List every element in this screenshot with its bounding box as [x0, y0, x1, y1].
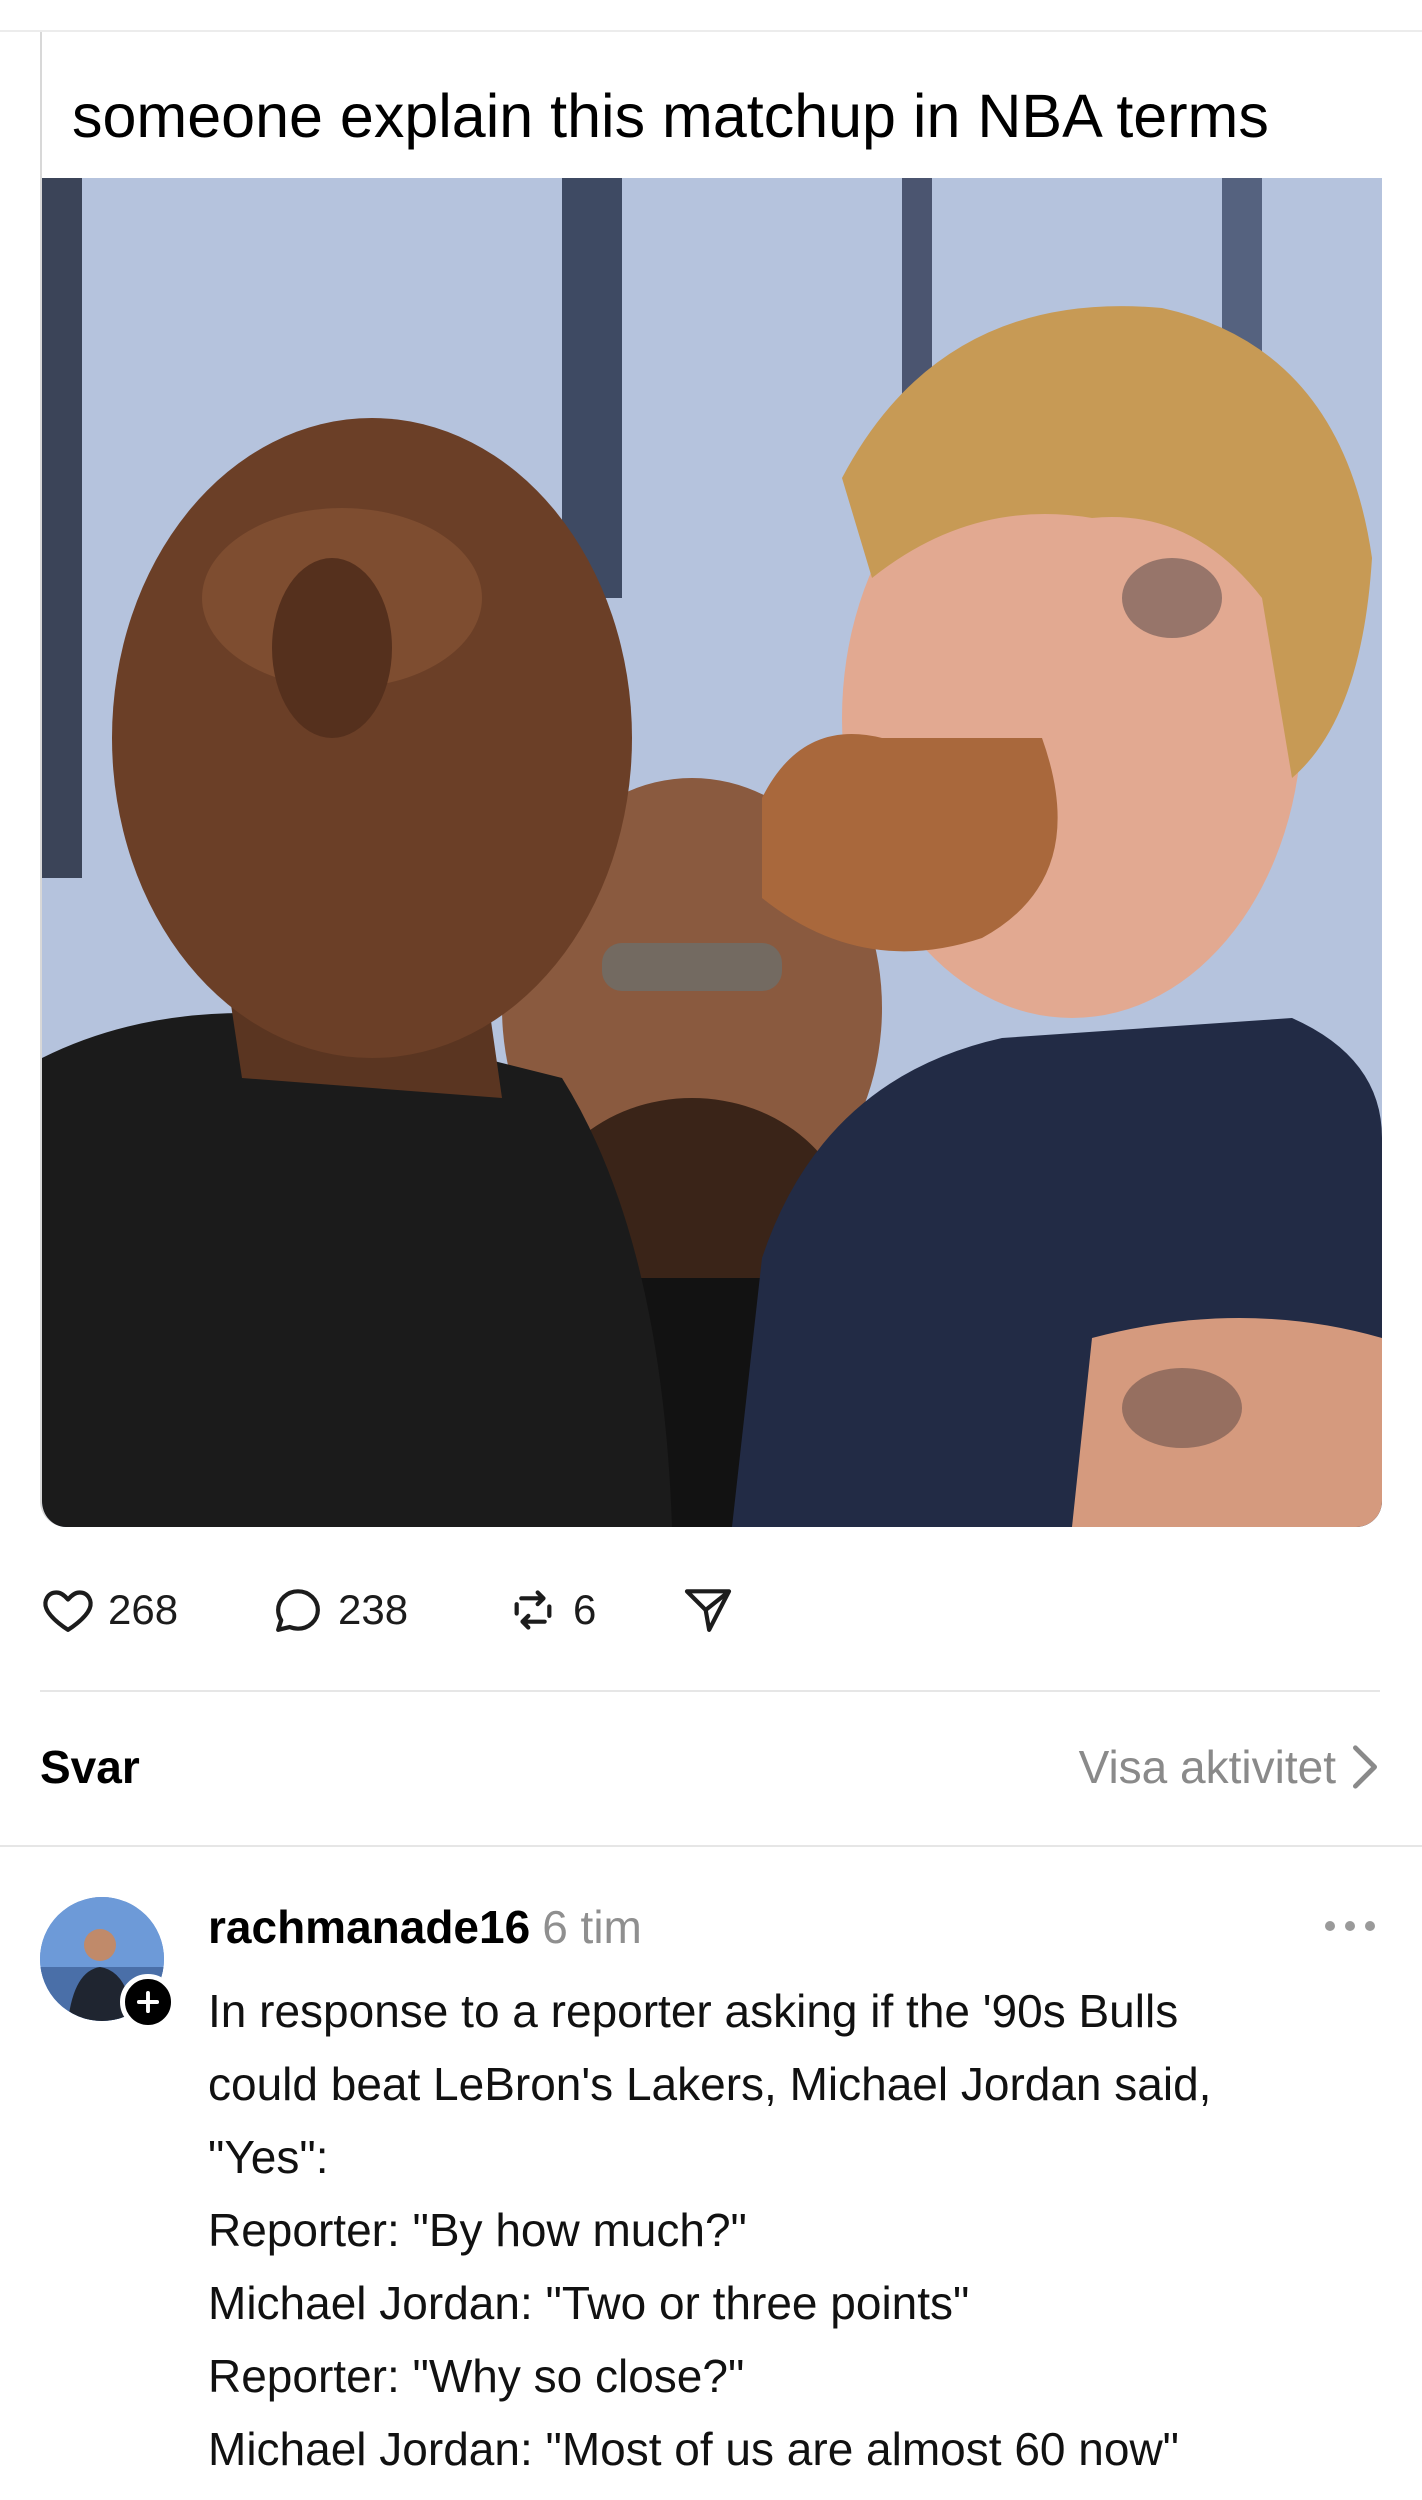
- like-button[interactable]: 268: [40, 1570, 178, 1650]
- reply-line: In response to a reporter asking if the …: [208, 1985, 1179, 2037]
- view-activity-link[interactable]: Visa aktivitet: [1079, 1740, 1380, 1794]
- repost-icon: [505, 1582, 561, 1638]
- comment-count: 238: [338, 1586, 409, 1633]
- like-count: 268: [108, 1586, 179, 1633]
- reply-username[interactable]: rachmanade16: [208, 1901, 530, 1953]
- more-options-icon[interactable]: [1320, 1916, 1380, 1936]
- replies-title: Svar: [40, 1741, 140, 1793]
- reply-line: Michael Jordan: "Two or three points": [208, 2277, 970, 2329]
- post-caption: someone explain this matchup in NBA term…: [72, 82, 1269, 150]
- reply-meta: rachmanade16 6 tim: [208, 1900, 642, 1954]
- repost-count: 6: [573, 1586, 597, 1633]
- post-caption-bar: someone explain this matchup in NBA term…: [42, 32, 1382, 178]
- plus-icon: [136, 1990, 160, 2014]
- chevron-right-icon: [1352, 1745, 1377, 1789]
- reply-line: Michael Jordan: "Most of us are almost 6…: [208, 2423, 1179, 2475]
- reply-line: could beat LeBron's Lakers, Michael Jord…: [208, 2058, 1212, 2110]
- replies-divider: [0, 1845, 1422, 1847]
- share-button[interactable]: [680, 1570, 736, 1650]
- post-photo[interactable]: [42, 178, 1382, 1527]
- reply-item[interactable]: rachmanade16 6 tim In response to a repor…: [40, 1880, 1380, 2500]
- comment-button[interactable]: 238: [270, 1570, 408, 1650]
- reply-line: Reporter: "Why so close?": [208, 2350, 745, 2402]
- comment-icon: [270, 1582, 326, 1638]
- reply-line: "Yes":: [208, 2131, 329, 2183]
- reply-time: 6 tim: [542, 1901, 642, 1953]
- replies-header: Svar Visa aktivitet: [40, 1730, 1380, 1810]
- reply-line: Reporter: "By how much?": [208, 2204, 747, 2256]
- photo-illustration: [42, 178, 1382, 1527]
- heart-icon: [40, 1582, 96, 1638]
- post-card[interactable]: someone explain this matchup in NBA term…: [40, 32, 1382, 1527]
- view-activity-label: Visa aktivitet: [1078, 1741, 1336, 1793]
- post-actions: 268 238 6: [40, 1570, 940, 1650]
- follow-button[interactable]: [120, 1974, 176, 2030]
- actions-divider: [40, 1690, 1380, 1692]
- reply-text: In response to a reporter asking if the …: [208, 1975, 1378, 2486]
- repost-button[interactable]: 6: [505, 1570, 596, 1650]
- send-icon: [680, 1582, 736, 1638]
